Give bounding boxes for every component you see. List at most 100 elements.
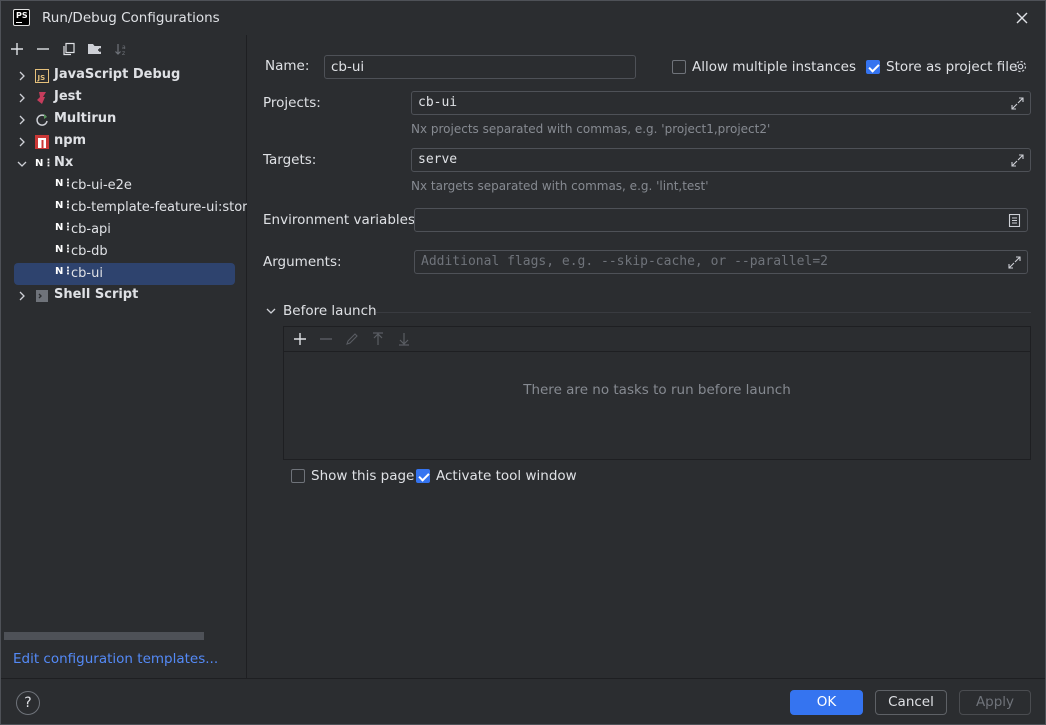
- tree-category-label: Nx: [54, 155, 74, 170]
- title-bar: PS Run/Debug Configurations: [1, 1, 1045, 35]
- apply-button[interactable]: Apply: [959, 690, 1031, 715]
- window-title: Run/Debug Configurations: [42, 10, 220, 26]
- before-launch-empty-text: There are no tasks to run before launch: [523, 382, 791, 398]
- name-input-value: cb-ui: [331, 59, 365, 75]
- nx-icon: N⋮: [35, 158, 54, 169]
- nx-icon: N⋮: [55, 222, 73, 233]
- projects-label: Projects:: [263, 95, 321, 111]
- tree-item-label: cb-api: [71, 222, 111, 237]
- store-as-project-checkbox[interactable]: [866, 60, 880, 74]
- js-icon: JS: [35, 69, 49, 83]
- chevron-right-icon[interactable]: [16, 92, 28, 104]
- chevron-right-icon[interactable]: [16, 70, 28, 82]
- run-debug-dialog: PS Run/Debug Configurations az JS JavaSc…: [0, 0, 1046, 725]
- expand-icon[interactable]: [1011, 97, 1024, 110]
- tree-category-label: JavaScript Debug: [54, 67, 181, 82]
- multirun-icon: [36, 114, 48, 126]
- gear-icon[interactable]: [1013, 59, 1028, 74]
- jest-icon: [37, 92, 46, 104]
- targets-input[interactable]: serve: [411, 148, 1031, 172]
- show-page-checkbox[interactable]: [291, 469, 305, 483]
- nx-icon: N⋮: [55, 266, 73, 277]
- expand-icon[interactable]: [1011, 154, 1024, 167]
- chevron-right-icon[interactable]: [16, 136, 28, 148]
- edit-templates-link[interactable]: Edit configuration templates...: [13, 651, 218, 667]
- edit-icon[interactable]: [340, 329, 364, 349]
- expand-icon[interactable]: [1008, 256, 1021, 269]
- cancel-button[interactable]: Cancel: [875, 690, 947, 715]
- horizontal-scrollbar[interactable]: [4, 632, 204, 640]
- tree-item-cb-db[interactable]: N⋮ cb-db: [1, 241, 247, 263]
- arguments-placeholder: Additional flags, e.g. --skip-cache, or …: [421, 254, 828, 269]
- tree-item-cb-template-feature-ui[interactable]: N⋮ cb-template-feature-ui:stor: [1, 197, 247, 219]
- close-icon[interactable]: [1013, 9, 1031, 27]
- copy-icon[interactable]: [57, 39, 81, 59]
- store-as-project-label: Store as project file: [886, 59, 1018, 75]
- tree-category-label: Jest: [54, 89, 82, 104]
- targets-input-value: serve: [418, 152, 458, 167]
- tree-item-cb-ui-e2e[interactable]: N⋮ cb-ui-e2e: [1, 175, 247, 197]
- activate-tool-window-label: Activate tool window: [436, 468, 577, 484]
- move-down-icon[interactable]: [392, 329, 416, 349]
- tree-category-jest[interactable]: Jest: [1, 87, 247, 109]
- allow-multiple-checkbox[interactable]: [672, 60, 686, 74]
- sort-icon[interactable]: az: [109, 39, 133, 59]
- tree-category-npm[interactable]: npm: [1, 131, 247, 153]
- chevron-down-icon[interactable]: [16, 158, 28, 170]
- configuration-form: Name: cb-ui Allow multiple instances Sto…: [248, 35, 1045, 678]
- remove-icon[interactable]: [314, 329, 338, 349]
- env-vars-input[interactable]: [414, 208, 1028, 232]
- tree-category-nx[interactable]: N⋮ Nx: [1, 153, 247, 175]
- nx-icon: N⋮: [55, 200, 73, 211]
- dialog-footer: ? OK Cancel Apply: [1, 678, 1045, 724]
- tree-category-multirun[interactable]: Multirun: [1, 109, 247, 131]
- tree-item-label: cb-ui-e2e: [71, 178, 132, 193]
- tree-item-label: cb-db: [71, 244, 108, 259]
- arguments-input[interactable]: Additional flags, e.g. --skip-cache, or …: [414, 250, 1028, 274]
- before-launch-panel: There are no tasks to run before launch: [283, 326, 1031, 460]
- tree-item-cb-api[interactable]: N⋮ cb-api: [1, 219, 247, 241]
- configurations-sidebar: az JS JavaScript Debug Jest Multirun npm…: [1, 35, 247, 678]
- activate-tool-window-checkbox[interactable]: [416, 469, 430, 483]
- remove-icon[interactable]: [31, 39, 55, 59]
- name-input[interactable]: cb-ui: [324, 55, 636, 79]
- configuration-tree: JS JavaScript Debug Jest Multirun npm N⋮…: [1, 65, 247, 307]
- nx-icon: N⋮: [55, 178, 73, 189]
- tree-category-javascript-debug[interactable]: JS JavaScript Debug: [1, 65, 247, 87]
- before-launch-title[interactable]: Before launch: [283, 303, 377, 319]
- before-launch-toolbar: [284, 327, 1030, 352]
- tree-category-label: npm: [54, 133, 87, 148]
- svg-text:z: z: [122, 50, 125, 56]
- allow-multiple-label: Allow multiple instances: [692, 59, 856, 75]
- show-page-label: Show this page: [311, 468, 415, 484]
- name-label: Name:: [265, 58, 310, 74]
- npm-icon: [35, 135, 49, 149]
- tree-item-label: cb-ui: [71, 266, 103, 281]
- ok-button[interactable]: OK: [790, 690, 863, 715]
- chevron-right-icon[interactable]: [16, 290, 28, 302]
- divider: [376, 312, 1031, 313]
- svg-text:JS: JS: [37, 74, 46, 82]
- env-vars-label: Environment variables:: [263, 212, 420, 228]
- tree-item-label: cb-template-feature-ui:stor: [71, 200, 247, 215]
- new-folder-icon[interactable]: [83, 39, 107, 59]
- tree-category-shell-script[interactable]: Shell Script: [1, 285, 247, 307]
- nx-icon: N⋮: [55, 244, 73, 255]
- projects-input-value: cb-ui: [418, 95, 458, 110]
- add-icon[interactable]: [5, 39, 29, 59]
- shell-script-icon: [36, 290, 48, 302]
- targets-hint: Nx targets separated with commas, e.g. '…: [411, 179, 709, 193]
- tree-category-label: Multirun: [54, 111, 117, 126]
- arguments-label: Arguments:: [263, 254, 342, 270]
- projects-hint: Nx projects separated with commas, e.g. …: [411, 122, 771, 136]
- targets-label: Targets:: [263, 152, 317, 168]
- move-up-icon[interactable]: [366, 329, 390, 349]
- tree-item-cb-ui[interactable]: N⋮ cb-ui: [14, 263, 235, 285]
- tree-category-label: Shell Script: [54, 287, 139, 302]
- projects-input[interactable]: cb-ui: [411, 91, 1031, 115]
- document-icon[interactable]: [1008, 214, 1021, 227]
- chevron-right-icon[interactable]: [16, 114, 28, 126]
- chevron-down-icon[interactable]: [265, 305, 277, 317]
- add-icon[interactable]: [288, 329, 312, 349]
- help-button[interactable]: ?: [16, 691, 40, 715]
